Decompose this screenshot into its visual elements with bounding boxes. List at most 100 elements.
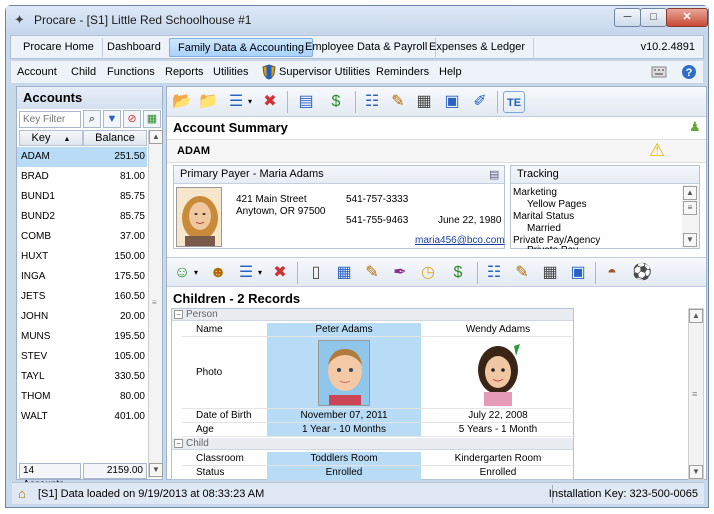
id-card-icon[interactable]: ▣ <box>567 262 589 284</box>
binoculars-icon[interactable]: ⌕ <box>83 110 101 128</box>
payer-email-link[interactable]: maria456@bco.com <box>415 235 505 246</box>
child-classroom-cell[interactable]: Toddlers Room <box>267 452 421 466</box>
minimize-button[interactable]: ─ <box>614 8 641 27</box>
account-row[interactable]: THOM 80.00 <box>17 387 147 407</box>
child-age-cell[interactable]: 1 Year - 10 Months <box>267 423 421 437</box>
calendar-icon[interactable]: ▦ <box>333 262 355 284</box>
dropdown-arrow-icon[interactable]: ▾ <box>191 262 201 284</box>
scroll-up-icon[interactable]: ▲ <box>689 309 703 323</box>
children-scrollbar[interactable]: ▲ ≡ ▼ <box>688 308 704 480</box>
child-name-cell[interactable]: Wendy Adams <box>421 323 575 337</box>
account-row[interactable]: HUXT 150.00 <box>17 247 147 267</box>
te-icon[interactable]: TE <box>503 91 525 113</box>
tab-family-data-accounting[interactable]: Family Data & Accounting <box>169 38 313 57</box>
child-dob-cell[interactable]: July 22, 2008 <box>421 409 575 423</box>
account-row[interactable]: ADAM 251.50 <box>17 147 147 167</box>
child-status-cell[interactable]: Enrolled <box>267 466 421 480</box>
child-classroom-cell[interactable]: Kindergarten Room <box>421 452 575 466</box>
money-bag-icon[interactable]: $ <box>447 262 469 284</box>
accounts-scrollbar[interactable]: ▲ ≡ ▼ <box>148 130 163 478</box>
scroll-down-icon[interactable]: ▼ <box>683 233 697 247</box>
collapse-icon[interactable]: − <box>174 439 183 448</box>
add-account-icon[interactable]: 📂 <box>171 91 193 113</box>
syringe-icon[interactable]: ✒ <box>389 262 411 284</box>
tab-procare-home[interactable]: Procare Home <box>15 38 103 57</box>
scroll-thumb[interactable]: ≡ <box>683 201 697 215</box>
menu-child[interactable]: Child <box>71 66 96 78</box>
tracking-scrollbar[interactable]: ▲ ≡ ▼ <box>682 185 699 248</box>
calculator-icon[interactable]: ▦ <box>539 262 561 284</box>
delete-account-icon[interactable]: ✖ <box>259 91 281 113</box>
remove-child-icon[interactable]: ✖ <box>269 262 291 284</box>
account-row[interactable]: TAYL 330.50 <box>17 367 147 387</box>
menu-supervisor-utilities[interactable]: Supervisor Utilities <box>279 66 370 78</box>
edit-icon[interactable]: ✎ <box>511 262 533 284</box>
child-age-cell[interactable]: 5 Years - 1 Month <box>421 423 575 437</box>
open-folder-icon[interactable]: 📁 <box>197 91 219 113</box>
column-balance[interactable]: Balance <box>83 130 147 146</box>
account-row[interactable]: WALT 401.00 <box>17 407 147 427</box>
keyboard-icon[interactable] <box>651 64 667 80</box>
child-dob-cell[interactable]: November 07, 2011 <box>267 409 421 423</box>
vcard-icon[interactable]: ▤ <box>489 168 499 181</box>
list-menu-icon[interactable]: ☰ <box>235 262 257 284</box>
clock-icon[interactable]: ◷ <box>417 262 439 284</box>
burger-icon[interactable]: ◓ <box>601 262 623 284</box>
maximize-button[interactable]: □ <box>640 8 667 27</box>
close-button[interactable]: ✕ <box>666 8 708 27</box>
account-row[interactable]: BUND2 85.75 <box>17 207 147 227</box>
tab-expenses-ledger[interactable]: Expenses & Ledger <box>421 38 535 57</box>
pen-icon[interactable]: ✐ <box>469 91 491 113</box>
child-name-cell[interactable]: Peter Adams <box>267 323 421 337</box>
report-icon[interactable]: ☷ <box>483 262 505 284</box>
account-row[interactable]: BRAD 81.00 <box>17 167 147 187</box>
add-child-icon[interactable]: ☺ <box>171 262 193 284</box>
account-row[interactable]: JETS 160.50 <box>17 287 147 307</box>
account-row[interactable]: INGA 175.50 <box>17 267 147 287</box>
export-icon[interactable]: ▦ <box>143 110 161 128</box>
menu-help[interactable]: Help <box>439 66 462 78</box>
dropdown-arrow-icon[interactable]: ▾ <box>245 91 255 113</box>
column-key[interactable]: Key ▲ <box>19 130 83 146</box>
person-status-icon[interactable]: ♟ <box>689 119 701 135</box>
menu-functions[interactable]: Functions <box>107 66 155 78</box>
money-bag-icon[interactable]: $ <box>325 91 347 113</box>
menu-account[interactable]: Account <box>17 66 57 78</box>
tab-dashboard[interactable]: Dashboard <box>99 38 170 57</box>
child-photo-cell[interactable] <box>421 337 575 409</box>
calculator-icon[interactable]: ▦ <box>413 91 435 113</box>
id-card-icon[interactable]: ▣ <box>441 91 463 113</box>
account-row[interactable]: BUND1 85.75 <box>17 187 147 207</box>
family-icon[interactable]: ☻ <box>207 262 229 284</box>
group-child[interactable]: − Child <box>172 438 573 450</box>
scroll-down-icon[interactable]: ▼ <box>149 463 163 477</box>
warning-icon[interactable]: ⚠ <box>649 140 665 161</box>
collapse-icon[interactable]: − <box>174 310 183 319</box>
key-filter-input[interactable] <box>19 111 81 128</box>
child-photo-cell[interactable] <box>267 337 421 409</box>
edit-grid-icon[interactable]: ✎ <box>361 262 383 284</box>
dropdown-arrow-icon[interactable]: ▾ <box>255 262 265 284</box>
clear-filter-icon[interactable]: ⊘ <box>123 110 141 128</box>
account-row[interactable]: STEV 105.00 <box>17 347 147 367</box>
scroll-up-icon[interactable]: ▲ <box>149 130 163 144</box>
menu-utilities[interactable]: Utilities <box>213 66 248 78</box>
ledger-icon[interactable]: ▤ <box>295 91 317 113</box>
clipboard-icon[interactable]: ▯ <box>305 262 327 284</box>
menu-reminders[interactable]: Reminders <box>376 66 429 78</box>
account-row[interactable]: MUNS 195.50 <box>17 327 147 347</box>
group-person[interactable]: − Person <box>172 309 573 321</box>
account-row[interactable]: COMB 37.00 <box>17 227 147 247</box>
report-icon[interactable]: ☷ <box>361 91 383 113</box>
menu-reports[interactable]: Reports <box>165 66 204 78</box>
scroll-down-icon[interactable]: ▼ <box>689 465 703 479</box>
child-status-cell[interactable]: Enrolled <box>421 466 575 480</box>
soccer-ball-icon[interactable]: ⚽ <box>631 262 653 284</box>
list-menu-icon[interactable]: ☰ <box>225 91 247 113</box>
scroll-up-icon[interactable]: ▲ <box>683 186 697 200</box>
filter-icon[interactable]: ▼ <box>103 110 121 128</box>
account-row[interactable]: JOHN 20.00 <box>17 307 147 327</box>
help-icon[interactable]: ? <box>681 64 697 80</box>
tab-employee-data-payroll[interactable]: Employee Data & Payroll <box>297 38 437 57</box>
edit-icon[interactable]: ✎ <box>387 91 409 113</box>
